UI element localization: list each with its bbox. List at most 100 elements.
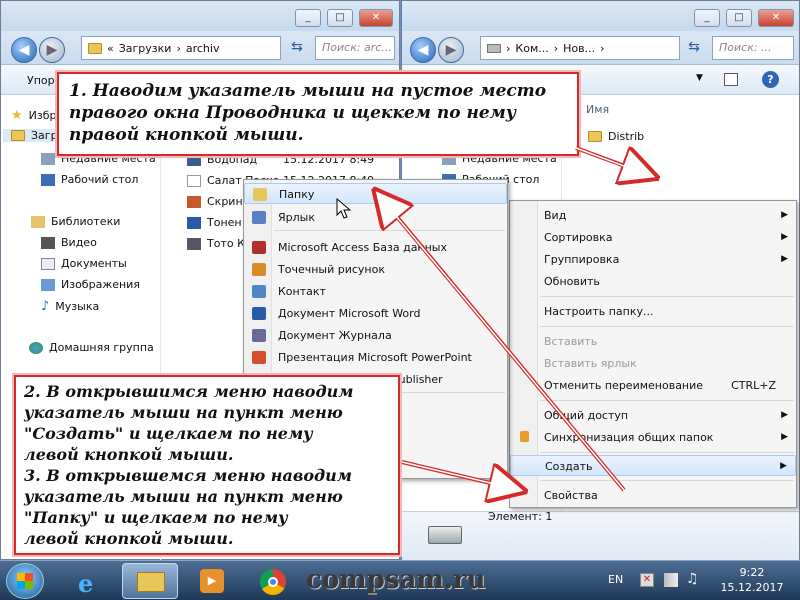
right-refresh-icon[interactable]: ⇆ (684, 39, 704, 59)
left-close-button[interactable]: ✕ (359, 9, 393, 27)
menu-item-view[interactable]: Вид ▶ (510, 205, 796, 226)
address-separator: « (107, 41, 114, 55)
address-segment[interactable]: archiv (186, 42, 220, 55)
menu-item-undo-rename[interactable]: Отменить переименование CTRL+Z (510, 375, 796, 396)
folder-icon (88, 42, 102, 54)
address-segment[interactable]: Загрузки (119, 42, 172, 55)
images-icon (41, 278, 55, 291)
ie-icon: e (78, 569, 94, 598)
file-type-icon (252, 329, 266, 342)
menu-item-refresh[interactable]: Обновить (510, 271, 796, 292)
address-chevron[interactable]: › (176, 42, 180, 55)
volume-icon[interactable]: ♫ (686, 571, 699, 587)
view-dropdown-icon[interactable]: ▼ (696, 73, 703, 83)
folder-icon (588, 131, 602, 142)
annotation-line: указатель мыши на пункт меню (24, 403, 343, 422)
left-forward-button[interactable]: ▶ (39, 37, 65, 63)
file-item[interactable]: Тонен (187, 216, 242, 229)
desktop-icon (41, 173, 55, 186)
right-maximize-button[interactable]: □ (726, 9, 752, 27)
menu-separator (540, 296, 794, 297)
watermark: compsam.ru (306, 565, 486, 595)
taskbar-explorer-button[interactable] (122, 563, 178, 599)
address-segment[interactable]: Нов... (563, 42, 595, 55)
preview-pane-icon[interactable] (724, 73, 738, 86)
clock-date: 15.12.2017 (720, 581, 784, 594)
right-forward-button[interactable]: ▶ (438, 37, 464, 63)
action-center-icon[interactable]: ✕ (640, 573, 654, 587)
nav-music[interactable]: ♪ Музыка (41, 299, 99, 314)
annotation-line: 2. В открывшимся меню наводим (24, 382, 354, 401)
address-chevron[interactable]: › (506, 42, 510, 55)
folder-item-distrib[interactable]: Distrib (588, 130, 644, 143)
menu-item-create[interactable]: Создать ▶ (510, 455, 796, 476)
taskbar-ie-button[interactable]: e (62, 563, 118, 599)
left-maximize-button[interactable]: □ (327, 9, 353, 27)
file-item[interactable]: Скрин (187, 195, 243, 208)
menu-item-sort[interactable]: Сортировка ▶ (510, 227, 796, 248)
annotation-line: "Папку" и щелкаем по нему (24, 508, 288, 527)
left-address-box[interactable]: « Загрузки › archiv (81, 36, 281, 60)
submenu-item[interactable]: Папку (244, 183, 507, 204)
right-minimize-button[interactable]: _ (694, 9, 720, 27)
menu-item-sharing[interactable]: Общий доступ ▶ (510, 405, 796, 426)
submenu-item[interactable]: Ярлык (244, 207, 507, 228)
submenu-item[interactable]: Microsoft Access База данных (244, 237, 507, 258)
submenu-arrow-icon: ▶ (780, 461, 787, 471)
library-icon (31, 215, 45, 228)
submenu-item[interactable]: Контакт (244, 281, 507, 302)
nav-homegroup[interactable]: Домашняя группа (29, 341, 154, 354)
menu-item-paste-shortcut[interactable]: Вставить ярлык (510, 353, 796, 374)
details-pane: Элемент: 1 (402, 510, 799, 561)
nav-label: Библиотеки (51, 215, 121, 228)
folder-icon (253, 188, 267, 201)
nav-images[interactable]: Изображения (41, 278, 140, 291)
address-chevron[interactable]: › (600, 42, 604, 55)
taskbar-media-player-button[interactable]: ▶ (184, 563, 240, 599)
menu-item-properties[interactable]: Свойства (510, 485, 796, 506)
left-address-bar-area: ◀ ▶ « Загрузки › archiv ⇆ Поиск: arc... (1, 31, 399, 65)
file-item[interactable]: Тото К (187, 237, 245, 250)
left-refresh-icon[interactable]: ⇆ (287, 39, 307, 59)
network-icon[interactable] (664, 573, 678, 587)
nav-desktop[interactable]: Рабочий стол (41, 173, 138, 186)
nav-documents[interactable]: Документы (41, 257, 127, 270)
left-search-input[interactable]: Поиск: arc... (315, 36, 395, 60)
right-close-button[interactable]: ✕ (758, 9, 794, 27)
taskbar-chrome-button[interactable] (244, 563, 300, 599)
menu-item-group[interactable]: Группировка ▶ (510, 249, 796, 270)
folder-icon (137, 572, 165, 592)
menu-separator (540, 452, 794, 453)
right-search-input[interactable]: Поиск: ... (712, 36, 794, 60)
menu-item-sync[interactable]: Синхронизация общих папок ▶ (510, 427, 796, 448)
music-icon: ♪ (41, 299, 50, 314)
file-type-icon (252, 351, 266, 364)
left-back-button[interactable]: ◀ (11, 37, 37, 63)
clock[interactable]: 9:22 15.12.2017 (712, 565, 792, 595)
submenu-item[interactable]: Документ Microsoft Word (244, 303, 507, 324)
column-header-name[interactable]: Имя (586, 103, 609, 116)
submenu-item[interactable]: Презентация Microsoft PowerPoint (244, 347, 507, 368)
right-back-button[interactable]: ◀ (410, 37, 436, 63)
file-type-icon (252, 241, 266, 254)
left-minimize-button[interactable]: _ (295, 9, 321, 27)
menu-item-customize-folder[interactable]: Настроить папку... (510, 301, 796, 322)
nav-label: Видео (61, 236, 97, 249)
address-segment[interactable]: Ком... (515, 42, 548, 55)
star-icon: ★ (11, 108, 23, 123)
nav-label: Изображения (61, 278, 140, 291)
windows-logo-icon (17, 573, 33, 589)
file-icon (187, 174, 201, 187)
nav-libraries[interactable]: Библиотеки (31, 215, 120, 228)
submenu-item[interactable]: Точечный рисунок (244, 259, 507, 280)
help-icon[interactable]: ? (762, 71, 779, 88)
address-chevron[interactable]: › (554, 42, 558, 55)
nav-video[interactable]: Видео (41, 236, 97, 249)
file-name: Скрин (207, 195, 243, 208)
menu-item-paste[interactable]: Вставить (510, 331, 796, 352)
image-file-icon (187, 237, 201, 250)
right-address-box[interactable]: › Ком... › Нов... › (480, 36, 680, 60)
language-indicator[interactable]: EN (608, 573, 623, 586)
submenu-item[interactable]: Документ Журнала (244, 325, 507, 346)
recent-icon (41, 152, 55, 165)
